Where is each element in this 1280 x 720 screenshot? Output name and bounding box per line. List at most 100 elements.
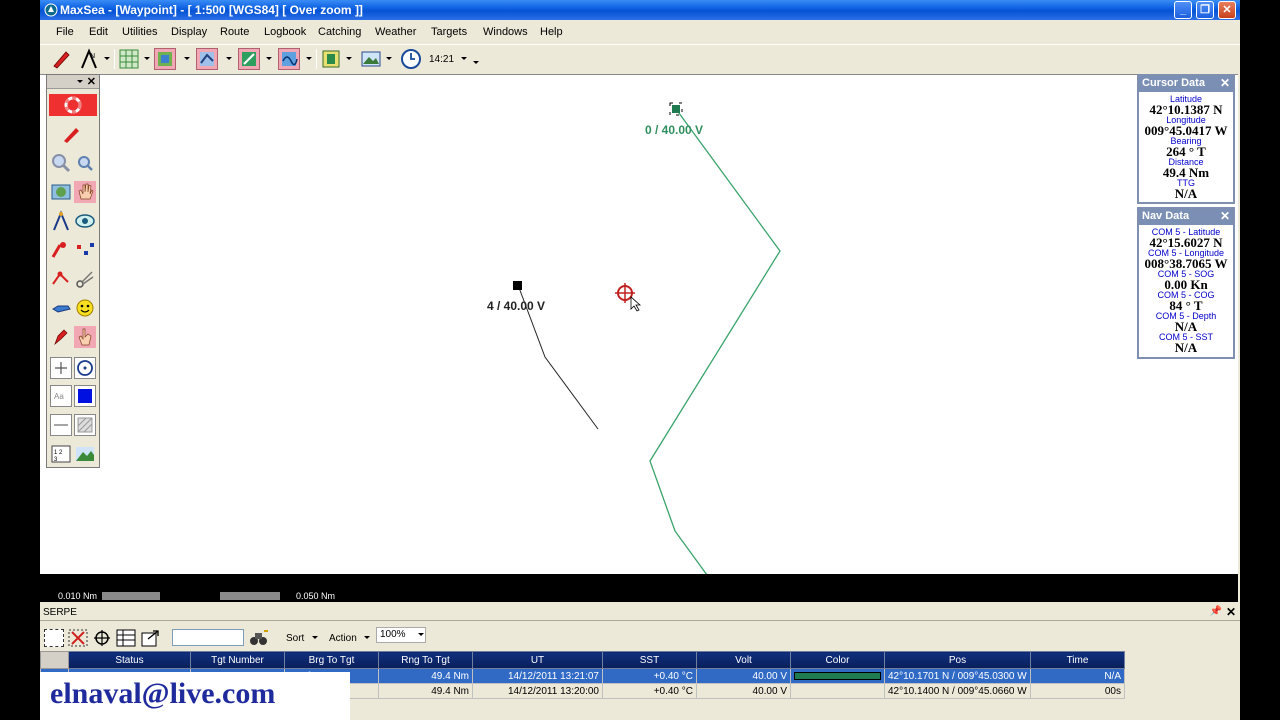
serpe-close-icon[interactable]: ✕: [1226, 605, 1236, 619]
overlay-dropdown[interactable]: [346, 57, 352, 60]
sort-dropdown-icon[interactable]: [312, 636, 318, 639]
waypoint-b-label: 4 / 40.00 V: [487, 299, 546, 313]
waypoint-a-marker[interactable]: [669, 102, 683, 116]
toolbar-overflow-chevron[interactable]: [473, 61, 479, 64]
menu-edit[interactable]: Edit: [89, 26, 108, 38]
add-point-tool[interactable]: [50, 357, 72, 379]
circle-target-icon: [77, 360, 93, 376]
blue-square-icon: [78, 389, 92, 403]
lifebuoy-tool[interactable]: [49, 94, 97, 116]
menu-weather[interactable]: Weather: [375, 26, 416, 38]
table-settings-icon[interactable]: [116, 629, 136, 647]
globe-tool-icon[interactable]: [50, 181, 72, 203]
north-up-icon[interactable]: N: [78, 48, 100, 70]
sort-menu[interactable]: Sort: [286, 633, 304, 644]
action-dropdown-icon[interactable]: [364, 636, 370, 639]
cell-sst: +0.40 °C: [602, 683, 697, 699]
target-layer-dropdown[interactable]: [306, 57, 312, 60]
line-style-tool[interactable]: [50, 414, 72, 436]
menu-utilities[interactable]: Utilities: [122, 26, 157, 38]
tool-palette: ✕ Aa 1 23: [46, 74, 100, 468]
column-header-status[interactable]: Status: [68, 651, 191, 669]
time-display[interactable]: 14:21: [429, 54, 454, 65]
clock-icon[interactable]: [400, 48, 422, 70]
route-layer-button[interactable]: [238, 48, 260, 70]
route-create-icon[interactable]: [50, 239, 72, 261]
route-line-green[interactable]: [649, 108, 781, 575]
column-header-selector[interactable]: [40, 651, 69, 669]
grid-dropdown[interactable]: [144, 57, 150, 60]
column-header-rng[interactable]: Rng To Tgt: [378, 651, 473, 669]
numbering-icon[interactable]: 1 23: [50, 443, 72, 465]
minimize-button[interactable]: _: [1174, 1, 1192, 19]
delete-x-icon[interactable]: [68, 629, 88, 647]
fill-color-tool[interactable]: [74, 385, 96, 407]
hatch-pattern-tool[interactable]: [74, 414, 96, 436]
north-up-dropdown[interactable]: [104, 57, 110, 60]
picture-icon[interactable]: [360, 48, 382, 70]
route-layer-dropdown[interactable]: [266, 57, 272, 60]
maximize-button[interactable]: ❐: [1196, 1, 1214, 19]
circle-tool[interactable]: [74, 357, 96, 379]
lifebuoy-icon: [64, 96, 82, 114]
nav-data-close-icon[interactable]: ✕: [1220, 209, 1230, 223]
column-header-color[interactable]: Color: [790, 651, 885, 669]
boat-tool-icon[interactable]: [50, 297, 72, 319]
crosshair-target-icon[interactable]: [92, 629, 112, 647]
menu-display[interactable]: Display: [171, 26, 207, 38]
grid-icon[interactable]: [118, 48, 140, 70]
chart-map[interactable]: 0 / 40.00 V 4 / 40.00 V: [40, 74, 1238, 575]
select-hand-tool[interactable]: [74, 326, 96, 348]
pencil-icon[interactable]: [50, 48, 72, 70]
nav-data-panel: Nav Data ✕ COM 5 - Latitude 42°15.6027 N…: [1137, 207, 1235, 359]
menu-targets[interactable]: Targets: [431, 26, 467, 38]
zoom-in-icon[interactable]: [50, 152, 72, 174]
menu-route[interactable]: Route: [220, 26, 249, 38]
chart-layer-button[interactable]: [154, 48, 176, 70]
close-button[interactable]: ✕: [1218, 1, 1236, 19]
column-header-brg[interactable]: Brg To Tgt: [284, 651, 379, 669]
export-icon[interactable]: [140, 629, 160, 647]
zoom-out-icon[interactable]: [74, 152, 96, 174]
route-edit-icon[interactable]: [50, 268, 72, 290]
serpe-search-input[interactable]: [172, 629, 244, 646]
column-header-time[interactable]: Time: [1030, 651, 1125, 669]
zoom-dropdown-icon[interactable]: [418, 633, 424, 636]
weather-layer-dropdown[interactable]: [226, 57, 232, 60]
action-menu[interactable]: Action: [329, 633, 357, 644]
marker-pen-icon[interactable]: [50, 326, 72, 348]
column-header-sst[interactable]: SST: [602, 651, 697, 669]
menu-help[interactable]: Help: [540, 26, 563, 38]
pencil-tool-icon[interactable]: [61, 123, 83, 145]
landscape-tool-icon[interactable]: [74, 443, 96, 465]
cursor-data-close-icon[interactable]: ✕: [1220, 76, 1230, 90]
scissors-icon[interactable]: [74, 268, 96, 290]
select-area-icon[interactable]: [44, 629, 64, 647]
menu-file[interactable]: File: [56, 26, 74, 38]
column-header-ut[interactable]: UT: [472, 651, 603, 669]
pin-icon[interactable]: 📌: [1210, 606, 1222, 617]
time-dropdown[interactable]: [461, 57, 467, 60]
chart-layer-dropdown[interactable]: [184, 57, 190, 60]
text-tool[interactable]: Aa: [50, 385, 72, 407]
column-header-volt[interactable]: Volt: [696, 651, 791, 669]
weather-layer-button[interactable]: [196, 48, 218, 70]
route-points-icon[interactable]: [74, 239, 96, 261]
smiley-tool-icon[interactable]: [74, 297, 96, 319]
waypoint-b-marker[interactable]: [513, 281, 522, 290]
menu-logbook[interactable]: Logbook: [264, 26, 306, 38]
palette-close-icon[interactable]: ✕: [87, 75, 96, 88]
compass-divider-icon[interactable]: [50, 210, 72, 232]
column-header-tgt-number[interactable]: Tgt Number: [190, 651, 285, 669]
overlay-icon[interactable]: [320, 48, 342, 70]
palette-menu-icon[interactable]: [77, 80, 83, 83]
binoculars-icon[interactable]: [248, 629, 270, 647]
target-layer-button[interactable]: [278, 48, 300, 70]
menu-catching[interactable]: Catching: [318, 26, 361, 38]
column-header-pos[interactable]: Pos: [884, 651, 1031, 669]
cell-sst: +0.40 °C: [602, 668, 697, 684]
pan-hand-tool[interactable]: [74, 181, 96, 203]
picture-dropdown[interactable]: [386, 57, 392, 60]
menu-windows[interactable]: Windows: [483, 26, 528, 38]
eye-tool-icon[interactable]: [74, 210, 96, 232]
